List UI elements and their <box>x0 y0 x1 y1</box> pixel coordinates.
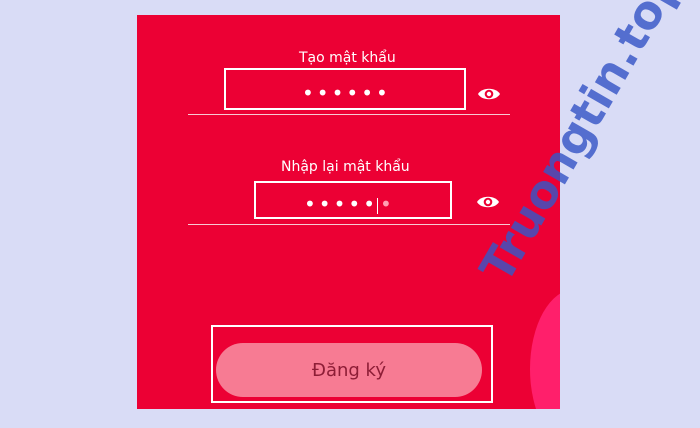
confirm-password-label: Nhập lại mật khẩu <box>281 159 410 175</box>
confirm-password-input[interactable]: ••••• • <box>304 192 395 216</box>
decorative-corner-shape <box>530 289 560 409</box>
text-cursor <box>376 197 378 214</box>
eye-icon[interactable] <box>477 86 501 102</box>
password-underline <box>188 114 510 115</box>
password-input[interactable]: •••••• <box>302 81 391 105</box>
eye-icon[interactable] <box>476 194 500 210</box>
register-button[interactable]: Đăng ký <box>216 343 482 397</box>
password-label: Tạo mật khẩu <box>299 50 396 66</box>
pending-character: • <box>379 192 395 216</box>
confirm-password-value: ••••• <box>304 192 378 216</box>
confirm-password-underline <box>188 224 510 225</box>
